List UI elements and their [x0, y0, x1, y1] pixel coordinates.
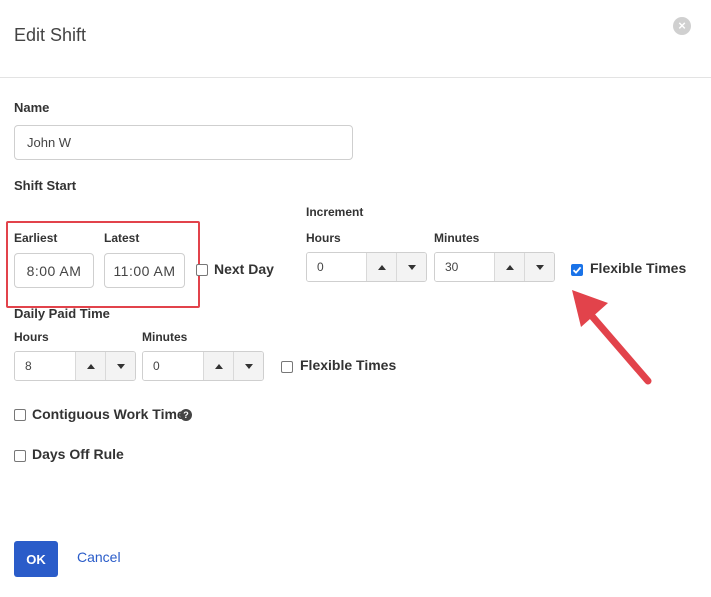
- earliest-label: Earliest: [14, 231, 58, 245]
- increment-minutes-value[interactable]: 30: [435, 253, 494, 281]
- help-icon[interactable]: ?: [180, 409, 192, 421]
- paid-minutes-down-button[interactable]: [233, 352, 263, 380]
- earliest-time-input[interactable]: 8:00 AM: [14, 253, 94, 288]
- increment-hours-label: Hours: [306, 231, 341, 245]
- contiguous-label[interactable]: Contiguous Work Time: [32, 406, 185, 422]
- paid-flexible-label[interactable]: Flexible Times: [300, 357, 396, 373]
- next-day-checkbox[interactable]: [196, 264, 208, 276]
- paid-hours-label: Hours: [14, 330, 49, 344]
- increment-minutes-up-button[interactable]: [494, 253, 524, 281]
- increment-flexible-label[interactable]: Flexible Times: [590, 260, 686, 276]
- shift-start-label: Shift Start: [14, 178, 77, 193]
- contiguous-checkbox[interactable]: [14, 409, 26, 421]
- paid-hours-down-button[interactable]: [105, 352, 135, 380]
- cancel-link[interactable]: Cancel: [77, 549, 121, 565]
- chevron-down-icon: [116, 363, 125, 369]
- chevron-down-icon: [244, 363, 253, 369]
- increment-hours-stepper: 0: [306, 252, 427, 282]
- increment-minutes-down-button[interactable]: [524, 253, 554, 281]
- arrow-annotation: [572, 290, 652, 385]
- paid-flexible-checkbox[interactable]: [281, 361, 293, 373]
- dialog-title: Edit Shift: [14, 25, 87, 45]
- ok-button[interactable]: OK: [14, 541, 58, 577]
- chevron-up-icon: [505, 264, 514, 270]
- close-icon[interactable]: ×: [673, 17, 691, 35]
- increment-label: Increment: [306, 205, 364, 219]
- days-off-label[interactable]: Days Off Rule: [32, 446, 124, 462]
- chevron-down-icon: [407, 264, 416, 270]
- dialog-header: Edit Shift ×: [0, 0, 711, 78]
- name-input[interactable]: John W: [14, 125, 353, 160]
- check-icon: [572, 266, 582, 274]
- paid-minutes-label: Minutes: [142, 330, 188, 344]
- paid-minutes-stepper: 0: [142, 351, 264, 381]
- paid-hours-stepper: 8: [14, 351, 136, 381]
- name-label: Name: [14, 100, 50, 115]
- chevron-up-icon: [214, 363, 223, 369]
- increment-hours-up-button[interactable]: [366, 253, 396, 281]
- latest-label: Latest: [104, 231, 140, 245]
- increment-flexible-checkbox[interactable]: [571, 264, 583, 276]
- next-day-label[interactable]: Next Day: [214, 261, 274, 277]
- increment-hours-value[interactable]: 0: [307, 253, 366, 281]
- latest-time-input[interactable]: 11:00 AM: [104, 253, 185, 288]
- chevron-up-icon: [86, 363, 95, 369]
- chevron-down-icon: [535, 264, 544, 270]
- paid-hours-up-button[interactable]: [75, 352, 105, 380]
- paid-hours-value[interactable]: 8: [15, 352, 75, 380]
- days-off-checkbox[interactable]: [14, 450, 26, 462]
- paid-minutes-up-button[interactable]: [203, 352, 233, 380]
- increment-minutes-stepper: 30: [434, 252, 555, 282]
- paid-minutes-value[interactable]: 0: [143, 352, 203, 380]
- chevron-up-icon: [377, 264, 386, 270]
- increment-minutes-label: Minutes: [434, 231, 480, 245]
- increment-hours-down-button[interactable]: [396, 253, 426, 281]
- daily-paid-time-label: Daily Paid Time: [14, 306, 110, 321]
